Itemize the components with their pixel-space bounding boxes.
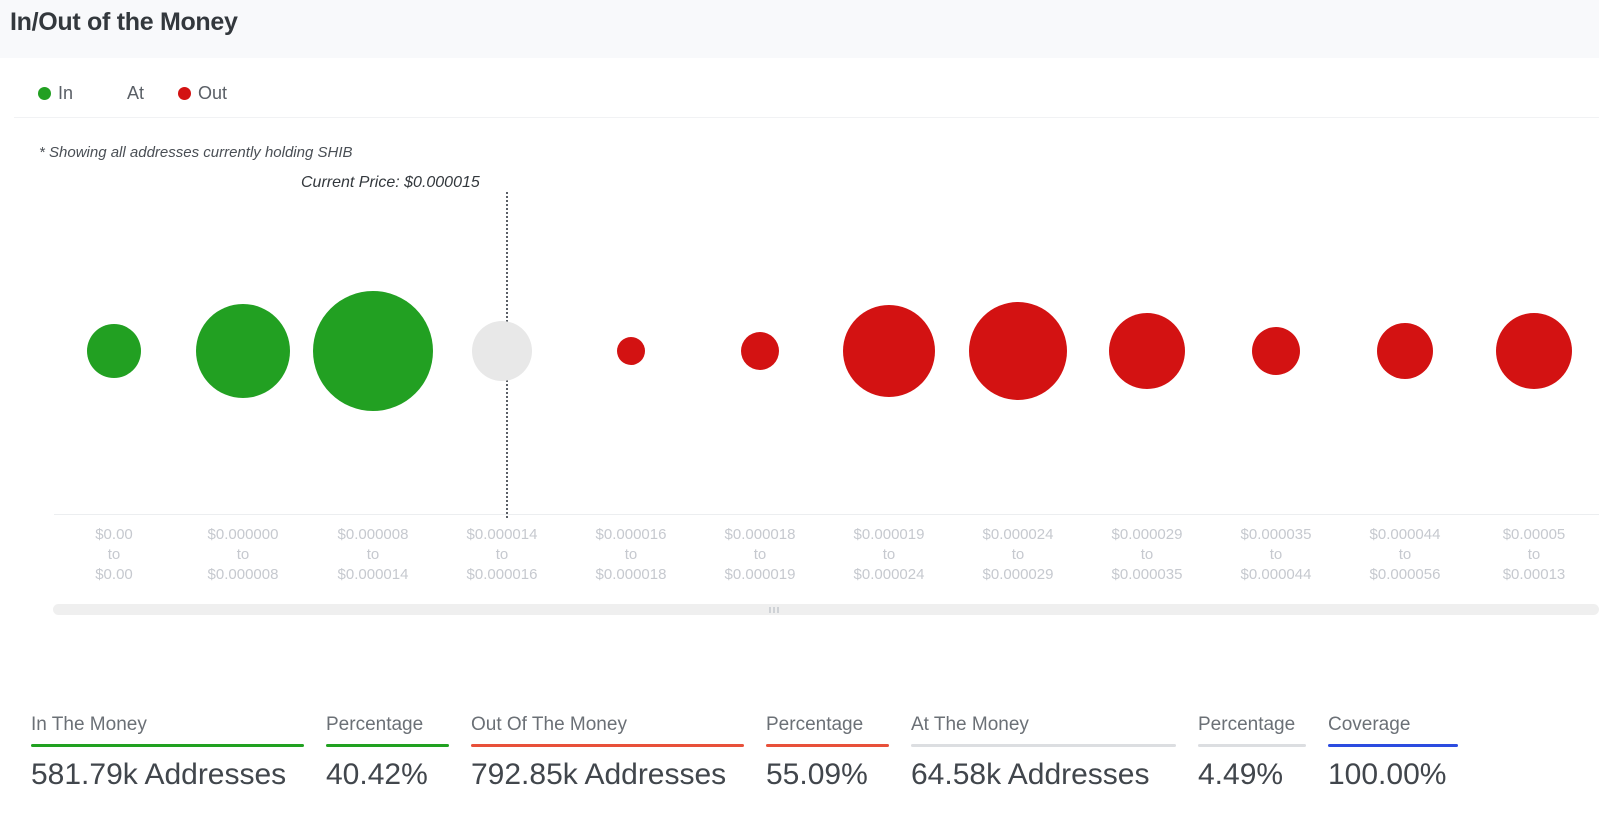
legend-item-out[interactable]: Out xyxy=(178,83,227,104)
current-price-annotation: Current Price: $0.000015 xyxy=(301,174,480,192)
tick-range-from: $0.000044 xyxy=(1370,526,1441,543)
bubble-chart-plot[interactable]: * Showing all addresses currently holdin… xyxy=(14,118,1599,623)
stat-label: Percentage xyxy=(326,712,449,744)
page-title: In/Out of the Money xyxy=(10,8,238,37)
stat-value: 4.49% xyxy=(1198,747,1306,798)
legend-item-at[interactable]: At xyxy=(107,83,144,104)
bubble-in[interactable] xyxy=(196,304,290,398)
tick-range-from: $0.000018 xyxy=(725,526,796,543)
tick-label: $0.00005 to$0.00013 xyxy=(1454,525,1599,585)
stat-percentage: Percentage4.49% xyxy=(1198,712,1306,798)
legend-dot-green xyxy=(38,87,51,100)
stat-value: 55.09% xyxy=(766,747,889,798)
bubble-out[interactable] xyxy=(1252,327,1300,375)
legend-dot-blank xyxy=(107,87,120,100)
legend-item-label: Out xyxy=(198,83,227,104)
stat-in-the-money: In The Money581.79k Addresses xyxy=(31,712,304,798)
summary-stats: In The Money581.79k AddressesPercentage4… xyxy=(0,712,1599,822)
stat-value: 581.79k Addresses xyxy=(31,747,304,798)
tick-range-to: $0.00013 xyxy=(1454,565,1599,585)
stat-label: In The Money xyxy=(31,712,304,744)
tick-range-from: $0.000024 xyxy=(983,526,1054,543)
bubble-at[interactable] xyxy=(472,321,532,381)
legend-item-label: At xyxy=(127,83,144,104)
stat-value: 64.58k Addresses xyxy=(911,747,1176,798)
bubble-out[interactable] xyxy=(1496,313,1572,389)
legend-dot-red xyxy=(178,87,191,100)
legend-item-in[interactable]: In xyxy=(38,83,73,104)
legend-item-label: In xyxy=(58,83,73,104)
stat-out-of-the-money: Out Of The Money792.85k Addresses xyxy=(471,712,744,798)
horizontal-scrollbar[interactable] xyxy=(53,604,1599,615)
x-axis-line xyxy=(54,514,1599,515)
tick-range-separator: to xyxy=(1454,545,1599,565)
stat-value: 792.85k Addresses xyxy=(471,747,744,798)
stat-percentage: Percentage55.09% xyxy=(766,712,889,798)
grip-dot xyxy=(777,607,779,613)
tick-range-from: $0.000029 xyxy=(1112,526,1183,543)
tick-range-from: $0.00005 xyxy=(1503,526,1566,543)
bubble-in[interactable] xyxy=(313,291,433,411)
header-band: In/Out of the Money xyxy=(0,0,1599,58)
scrollbar-grip-handle[interactable] xyxy=(765,605,783,614)
stat-label: Coverage xyxy=(1328,712,1458,744)
stat-label: Percentage xyxy=(1198,712,1306,744)
stat-at-the-money: At The Money64.58k Addresses xyxy=(911,712,1176,798)
bubble-out[interactable] xyxy=(843,305,935,397)
stat-value: 40.42% xyxy=(326,747,449,798)
bubble-in[interactable] xyxy=(87,324,141,378)
tick-range-from: $0.000016 xyxy=(596,526,667,543)
stat-label: Out Of The Money xyxy=(471,712,744,744)
grip-dot xyxy=(769,607,771,613)
stat-value: 100.00% xyxy=(1328,747,1458,798)
stat-label: At The Money xyxy=(911,712,1176,744)
grip-dot xyxy=(773,607,775,613)
bubble-out[interactable] xyxy=(1377,323,1433,379)
bubble-out[interactable] xyxy=(1109,313,1185,389)
bubble-out[interactable] xyxy=(969,302,1067,400)
stat-coverage: Coverage100.00% xyxy=(1328,712,1458,798)
bubble-out[interactable] xyxy=(741,332,779,370)
stat-percentage: Percentage40.42% xyxy=(326,712,449,798)
tick-range-from: $0.000000 xyxy=(208,526,279,543)
tick-range-from: $0.000019 xyxy=(854,526,925,543)
stat-label: Percentage xyxy=(766,712,889,744)
tick-range-from: $0.000035 xyxy=(1241,526,1312,543)
chart-legend: In At Out xyxy=(14,70,1599,117)
tick-range-from: $0.00 xyxy=(95,526,133,543)
tick-range-from: $0.000014 xyxy=(467,526,538,543)
chart-note: * Showing all addresses currently holdin… xyxy=(39,144,353,161)
tick-range-from: $0.000008 xyxy=(338,526,409,543)
bubble-out[interactable] xyxy=(617,337,645,365)
